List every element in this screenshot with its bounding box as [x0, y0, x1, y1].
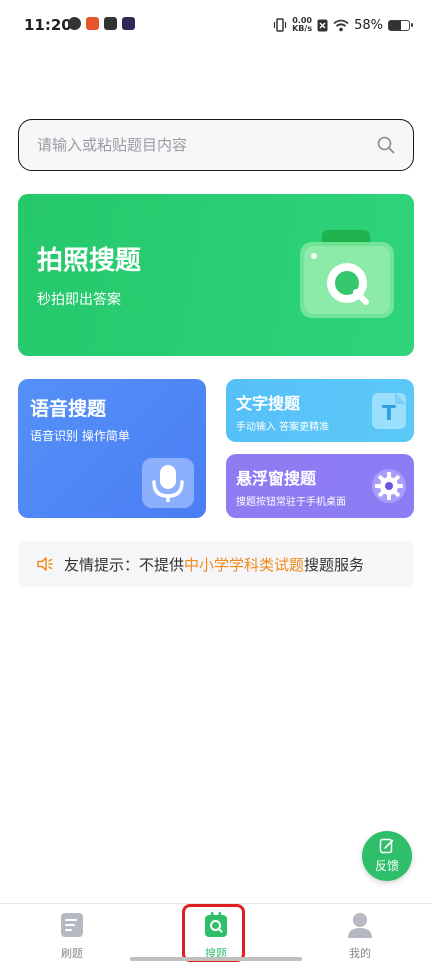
tab-search[interactable]: 搜题 [166, 904, 266, 964]
search-box[interactable] [18, 119, 414, 171]
network-speed-unit: KB/s [292, 24, 313, 33]
status-time: 11:20 [24, 16, 72, 34]
text-t-icon: T [372, 393, 406, 429]
microphone-icon [142, 458, 194, 508]
float-window-search-subtitle: 搜题按钮常驻于手机桌面 [236, 497, 346, 508]
tip-suffix: 搜题服务 [304, 556, 365, 574]
tab-practice[interactable]: 刷题 [22, 904, 122, 964]
battery-percent: 58% [354, 17, 383, 33]
photo-search-card[interactable]: 拍照搜题 秒拍即出答案 [18, 194, 414, 356]
tip-highlight: 中小学学科类试题 [184, 556, 305, 574]
network-speed: 0.00 KB/s [292, 17, 312, 33]
tip-bar: 友情提示：不提供中小学学科类试题搜题服务 [18, 541, 414, 587]
tab-profile-label: 我的 [349, 947, 371, 960]
notification-mail-icon [104, 17, 117, 30]
search-icon[interactable] [377, 136, 395, 154]
home-indicator[interactable] [130, 957, 302, 961]
status-right-group: 0.00 KB/s 58% [273, 14, 413, 36]
search-tab-icon [205, 912, 227, 937]
tip-text: 友情提示：不提供中小学学科类试题搜题服务 [64, 554, 364, 575]
bottom-nav: 刷题 搜题 我的 [0, 903, 432, 964]
text-search-title: 文字搜题 [236, 394, 301, 413]
feedback-label: 反馈 [374, 859, 399, 873]
voice-search-title: 语音搜题 [30, 398, 107, 420]
photo-search-title: 拍照搜题 [37, 246, 142, 276]
tip-prefix: 友情提示：不提供 [64, 556, 185, 574]
float-window-search-title: 悬浮窗搜题 [236, 469, 317, 488]
search-input[interactable] [37, 120, 367, 169]
gear-icon [372, 469, 406, 503]
notification-app-icon-1 [68, 17, 81, 30]
text-search-card[interactable]: 文字搜题 手动输入 答案更精准 T [226, 379, 414, 442]
edit-icon [379, 838, 394, 854]
status-bar: 11:20 0.00 KB/s 58% [0, 0, 432, 50]
voice-search-subtitle: 语音识别 操作简单 [30, 429, 130, 443]
photo-search-subtitle: 秒拍即出答案 [37, 292, 121, 308]
feedback-button[interactable]: 反馈 [362, 831, 412, 881]
tab-profile[interactable]: 我的 [310, 904, 410, 964]
svg-text:T: T [382, 401, 396, 425]
notification-app-icon-2 [86, 17, 99, 30]
wifi-icon [333, 19, 349, 31]
notification-play-icon [122, 17, 135, 30]
voice-search-card[interactable]: 语音搜题 语音识别 操作简单 [18, 379, 206, 518]
profile-icon [348, 913, 372, 938]
text-search-subtitle: 手动输入 答案更精准 [236, 422, 330, 433]
camera-icon [300, 230, 394, 318]
battery-level-fill [389, 20, 401, 30]
speaker-icon [37, 557, 53, 571]
battery-icon [388, 19, 413, 31]
float-window-search-card[interactable]: 悬浮窗搜题 搜题按钮常驻于手机桌面 [226, 454, 414, 518]
tab-practice-label: 刷题 [61, 947, 83, 960]
document-icon [61, 913, 83, 937]
no-sim-icon [317, 19, 328, 31]
vibrate-icon [274, 18, 287, 32]
